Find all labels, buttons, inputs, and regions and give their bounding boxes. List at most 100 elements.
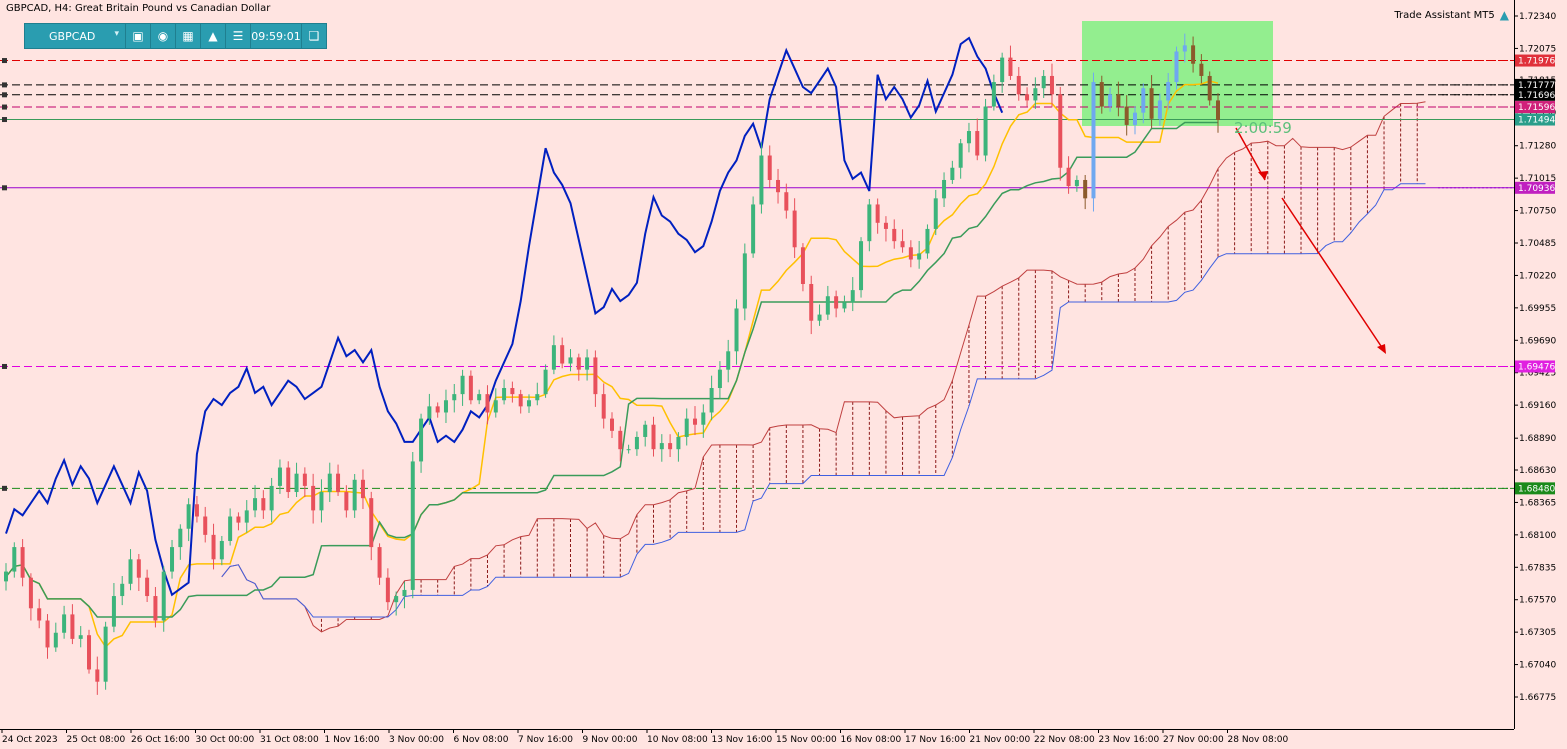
candle-body: [1008, 57, 1013, 76]
x-tick-label: 28 Nov 08:00: [1228, 735, 1289, 745]
candle-body: [850, 290, 855, 303]
level-anchor: [2, 58, 7, 64]
candle-body: [751, 204, 756, 254]
x-tick-label: 23 Nov 16:00: [1099, 735, 1160, 745]
candle-body: [294, 473, 299, 493]
x-tick-label: 31 Oct 08:00: [260, 735, 319, 745]
candle-body: [95, 669, 100, 682]
y-tick-label: 1.67570: [1519, 596, 1556, 606]
candle-body: [875, 204, 880, 223]
candle-body: [1066, 167, 1071, 187]
camera-icon[interactable]: ▣: [125, 24, 150, 48]
price-tag-label: 1.71494: [1518, 116, 1555, 126]
candle-body: [286, 467, 291, 493]
alert-icon[interactable]: ▲: [200, 24, 225, 48]
candle-body: [1016, 75, 1021, 95]
x-tick-label: 6 Nov 08:00: [454, 735, 509, 745]
candle-body: [618, 430, 623, 450]
candle-body: [966, 131, 971, 144]
candle-body: [1049, 75, 1054, 95]
candle-body: [1132, 112, 1137, 125]
candle-body: [776, 179, 781, 193]
x-tick-label: 26 Oct 16:00: [131, 735, 190, 745]
candle-body: [493, 400, 498, 413]
candle-body: [1000, 57, 1005, 83]
x-tick-label: 22 Nov 08:00: [1034, 735, 1095, 745]
candle-body: [576, 357, 581, 370]
candle-body: [942, 179, 947, 199]
candle-body: [535, 394, 540, 401]
eye-icon[interactable]: ◉: [150, 24, 175, 48]
candle-body: [28, 577, 33, 609]
bar-countdown: 2:00:59: [1234, 119, 1292, 137]
candle-body: [676, 436, 681, 450]
symbol-selector[interactable]: GBPCAD ▾: [25, 24, 125, 48]
x-tick-label: 9 Nov 00:00: [583, 735, 638, 745]
candle-body: [734, 308, 739, 352]
y-tick-label: 1.69160: [1519, 401, 1556, 411]
candle-body: [701, 412, 706, 425]
candle-body: [983, 106, 988, 156]
candle-body: [883, 222, 888, 229]
candle-body: [443, 400, 448, 413]
candle-body: [859, 241, 864, 291]
candle-body: [402, 589, 407, 597]
candle-body: [601, 394, 606, 419]
x-tick-label: 7 Nov 16:00: [518, 735, 573, 745]
trade-assistant-label: Trade Assistant MT5: [1394, 9, 1495, 21]
candle-body: [1141, 88, 1146, 113]
price-tag-label: 1.69476: [1518, 362, 1555, 372]
candle-body: [62, 614, 67, 633]
candle-body: [261, 498, 266, 511]
candle-body: [1199, 63, 1204, 76]
candle-body: [302, 473, 307, 486]
candle-body: [244, 510, 249, 523]
menu-icon[interactable]: ☰: [225, 24, 250, 48]
trade-assistant[interactable]: Trade Assistant MT5 ▲: [1394, 8, 1509, 22]
candle-body: [319, 492, 324, 511]
candle-body: [551, 345, 556, 370]
x-tick-label: 15 Nov 00:00: [776, 735, 837, 745]
x-tick-label: 3 Nov 00:00: [389, 735, 444, 745]
candle-body: [1116, 94, 1121, 107]
x-tick-label: 10 Nov 08:00: [647, 735, 708, 745]
candle-body: [153, 596, 158, 621]
candle-body: [518, 394, 523, 407]
candle-body: [394, 596, 399, 603]
candle-body: [991, 82, 996, 107]
price-tag-label: 1.71596: [1518, 103, 1555, 113]
candle-body: [1174, 51, 1179, 83]
level-anchor: [2, 185, 7, 191]
candle-body: [219, 540, 224, 560]
candle-body: [269, 485, 274, 511]
candle-body: [477, 394, 482, 401]
y-tick-label: 1.66775: [1519, 693, 1556, 703]
candle-body: [360, 479, 365, 499]
candle-body: [1182, 45, 1187, 52]
candle-body: [568, 357, 573, 364]
candle-body: [128, 559, 133, 584]
candle-body: [4, 571, 8, 582]
candle-body: [659, 443, 664, 450]
candle-body: [435, 406, 440, 413]
candle-body: [103, 626, 108, 682]
candle-body: [1074, 179, 1079, 187]
candle-body: [767, 155, 772, 180]
y-tick-label: 1.72340: [1519, 12, 1556, 22]
candle-body: [1191, 45, 1196, 64]
x-tick-label: 1 Nov 16:00: [325, 735, 380, 745]
candle-body: [460, 375, 465, 395]
calendar-icon[interactable]: ▦: [175, 24, 200, 48]
y-tick-label: 1.67040: [1519, 661, 1556, 671]
candle-body: [684, 418, 689, 437]
window-icon[interactable]: ❑: [301, 24, 326, 48]
server-time: 09:59:01: [250, 24, 301, 48]
y-tick-label: 1.68365: [1519, 498, 1556, 508]
candle-body: [53, 632, 58, 648]
y-tick-label: 1.70220: [1519, 271, 1556, 281]
candle-body: [161, 571, 166, 621]
candle-body: [510, 388, 515, 395]
candle-body: [1033, 88, 1038, 101]
x-tick-label: 25 Oct 08:00: [67, 735, 126, 745]
price-chart[interactable]: 1.723401.720751.718151.715501.712801.710…: [0, 0, 1567, 749]
